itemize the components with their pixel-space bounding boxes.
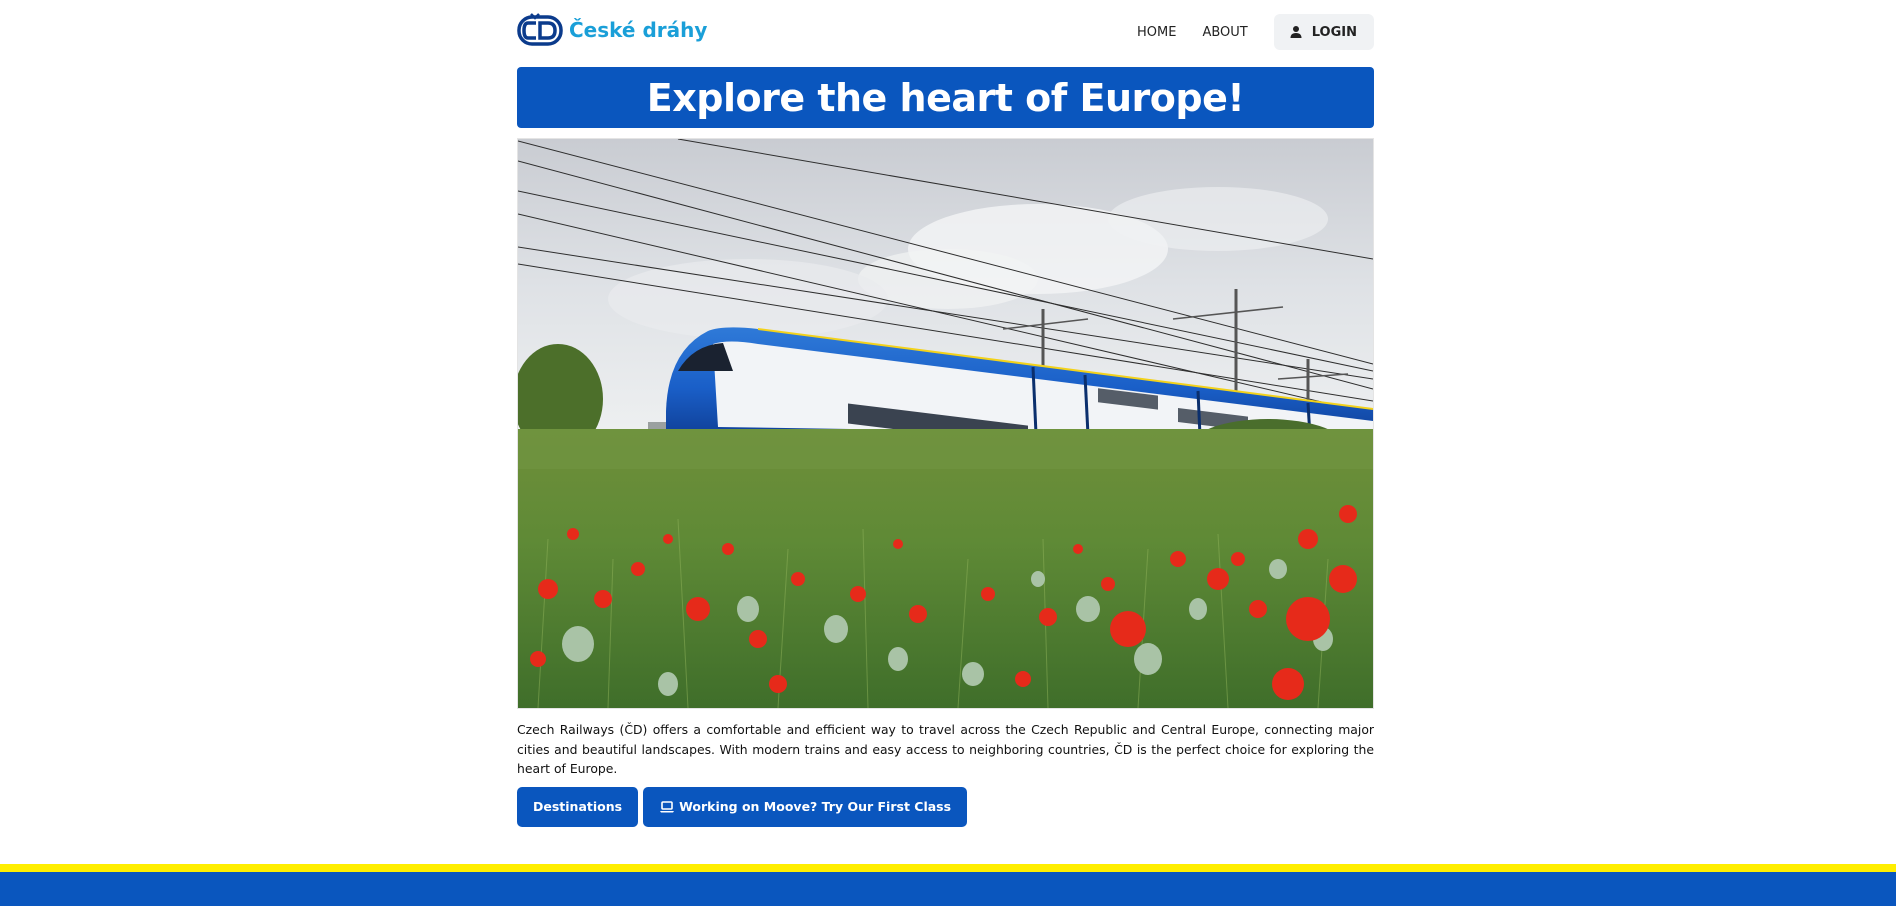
page: České dráhy HOME ABOUT LOGIN Explore the…	[0, 0, 1896, 906]
description-text: Czech Railways (ČD) offers a comfortable…	[517, 722, 1374, 776]
footer-bar	[0, 872, 1896, 906]
footer-yellow-stripe	[0, 864, 1896, 872]
laptop-icon	[660, 800, 675, 812]
action-buttons: Destinations Working on Moove? Try Our F…	[517, 786, 1374, 827]
page-title: Explore the heart of Europe!	[646, 75, 1245, 120]
first-class-label: Working on Moove? Try Our First Class	[679, 799, 952, 814]
train-poppy-photo	[518, 139, 1373, 708]
login-label: LOGIN	[1311, 24, 1357, 40]
nav-home-link[interactable]: HOME	[1137, 25, 1176, 40]
cd-logo-icon	[517, 13, 563, 46]
brand-name: České dráhy	[569, 18, 708, 42]
login-button[interactable]: LOGIN	[1273, 14, 1374, 50]
header: České dráhy HOME ABOUT LOGIN	[517, 0, 1374, 64]
destinations-label: Destinations	[533, 799, 623, 814]
top-nav: HOME ABOUT LOGIN	[1137, 14, 1374, 50]
hero-banner: Explore the heart of Europe!	[517, 67, 1374, 128]
nav-about-link[interactable]: ABOUT	[1202, 25, 1247, 40]
main-container: České dráhy HOME ABOUT LOGIN Explore the…	[517, 0, 1374, 827]
brand-logo[interactable]: České dráhy	[517, 13, 707, 47]
destinations-button[interactable]: Destinations	[517, 786, 639, 827]
hero-image	[517, 138, 1374, 709]
first-class-button[interactable]: Working on Moove? Try Our First Class	[643, 786, 968, 827]
user-icon	[1290, 26, 1302, 38]
